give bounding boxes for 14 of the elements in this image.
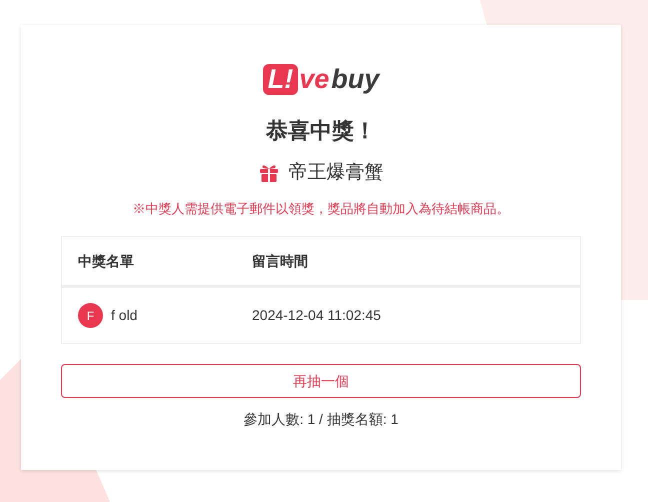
logo-text: buy xyxy=(331,66,380,92)
logo-badge: L! xyxy=(262,64,298,94)
column-header: 中獎名單 xyxy=(77,252,135,270)
comment-time: 2024-12-04 11:02:45 xyxy=(252,306,382,325)
winner-name: f old xyxy=(111,306,138,325)
prize-name: 帝王爆膏蟹 xyxy=(288,161,384,185)
participant-summary: 參加人數: 1 / 抽獎名額: 1 xyxy=(244,410,398,429)
notice-text: ※中獎人需提供電子郵件以領獎，獎品將自動加入為待結帳商品。 xyxy=(132,200,510,218)
gift-icon xyxy=(258,164,278,182)
avatar: F xyxy=(78,303,103,328)
draw-again-button[interactable]: 再抽一個 xyxy=(61,364,581,398)
column-header: 留言時間 xyxy=(252,252,309,270)
congratulations-title: 恭喜中獎！ xyxy=(266,117,376,145)
logo-text: ve xyxy=(299,66,330,92)
